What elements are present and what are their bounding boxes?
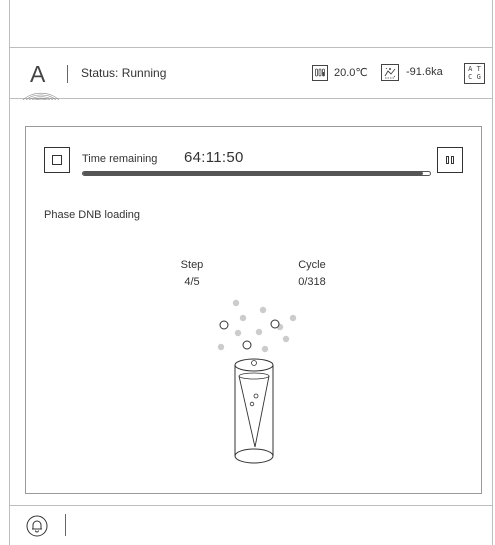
pressure-value: -91.6ka bbox=[406, 66, 443, 78]
pause-icon-left-bar bbox=[446, 156, 449, 164]
step-value: 4/5 bbox=[184, 276, 200, 288]
stop-button[interactable] bbox=[44, 147, 70, 173]
footer-divider bbox=[65, 514, 66, 536]
cycle-value: 0/318 bbox=[298, 276, 326, 288]
atcg-bottom-text: C G bbox=[468, 73, 481, 81]
atcg-top-text: A T bbox=[468, 65, 481, 73]
pause-button[interactable] bbox=[437, 147, 463, 173]
progress-bar bbox=[82, 171, 431, 176]
temperature-value: 20.0℃ bbox=[334, 67, 368, 79]
pause-icon-right-bar bbox=[451, 156, 454, 164]
step-label: Step bbox=[180, 259, 204, 271]
atcg-icon: A T C G bbox=[464, 63, 485, 84]
time-remaining-value: 64:11:50 bbox=[184, 149, 244, 166]
header-divider bbox=[67, 65, 68, 83]
phase-text: Phase DNB loading bbox=[44, 209, 141, 221]
bell-icon[interactable] bbox=[26, 515, 48, 537]
cycle-label: Cycle bbox=[298, 259, 326, 271]
thermometer-icon bbox=[312, 65, 328, 81]
logo-letter: A bbox=[30, 61, 46, 87]
pressure-icon bbox=[381, 64, 399, 81]
dnb-loading-illustration bbox=[206, 295, 306, 485]
footer-bar bbox=[9, 505, 493, 545]
stop-icon bbox=[52, 155, 62, 165]
status-text: Status: Running bbox=[81, 66, 167, 80]
progress-fill bbox=[83, 172, 424, 175]
time-remaining-label: Time remaining bbox=[82, 153, 158, 165]
brand-logo: A bbox=[21, 58, 61, 101]
tube-and-beads-icon bbox=[217, 299, 297, 464]
run-panel: Time remaining 64:11:50 Phase DNB loadin… bbox=[25, 126, 482, 494]
header-bar: A Status: Running 20.0℃ -91.6ka A T C G bbox=[9, 47, 493, 101]
